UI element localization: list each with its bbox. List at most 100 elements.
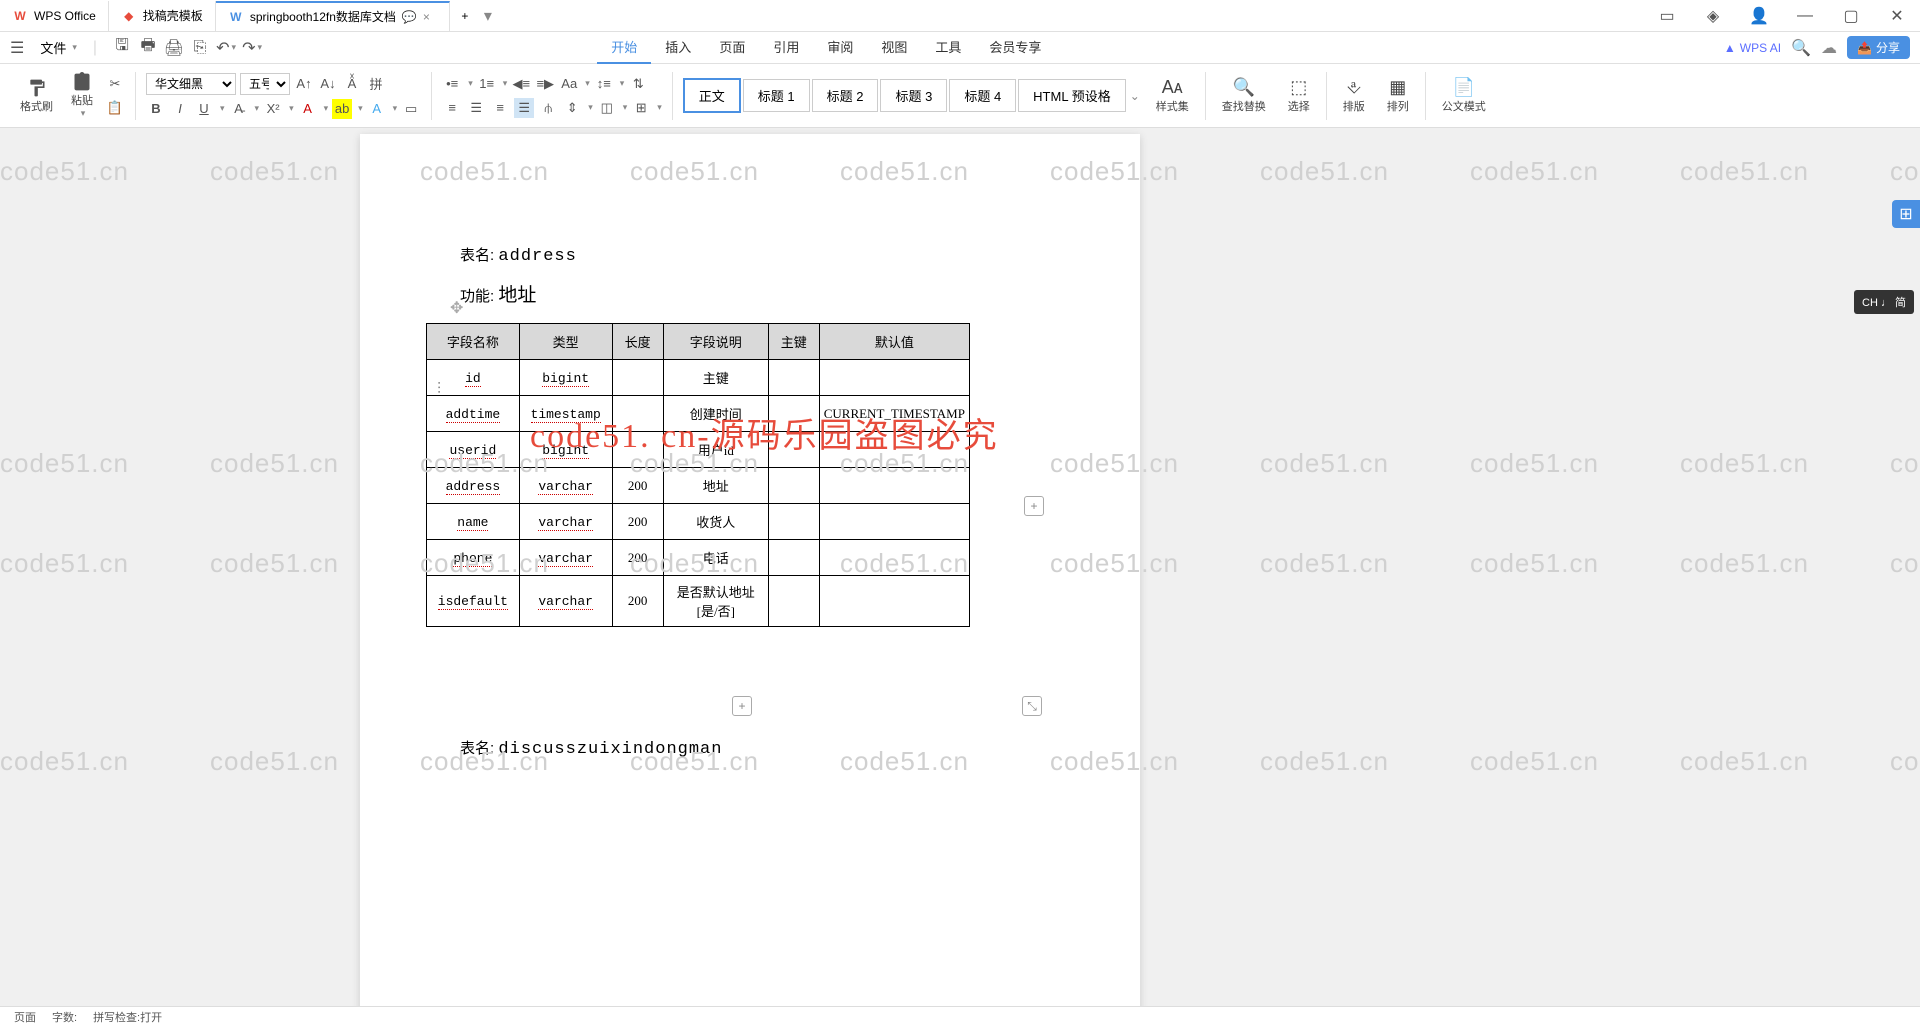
print-preview-icon[interactable]: 🖨	[165, 39, 183, 57]
strikethrough-button[interactable]: A̵	[229, 99, 249, 119]
styles-more-icon[interactable]: ⌄	[1130, 89, 1140, 103]
font-size-select[interactable]: 五号	[240, 73, 290, 95]
table-row[interactable]: namevarchar200收货人	[427, 504, 970, 540]
increase-font-icon[interactable]: A↑	[294, 74, 314, 94]
line-handle-icon[interactable]: ⫶	[437, 381, 453, 397]
table-resize-handle[interactable]: ⤡	[1022, 696, 1042, 716]
border-icon[interactable]: ⊞	[631, 98, 651, 118]
tab-template[interactable]: ◆ 找稿壳模板	[109, 1, 216, 31]
cell-default	[819, 468, 969, 504]
shading-icon[interactable]: ◫	[597, 98, 617, 118]
table-row[interactable]: isdefaultvarchar200是否默认地址[是/否]	[427, 576, 970, 627]
align-center-icon[interactable]: ☰	[466, 98, 486, 118]
cube-icon[interactable]: ◈	[1690, 0, 1736, 32]
font-name-select[interactable]: 华文细黑	[146, 73, 236, 95]
align-left-icon[interactable]: ≡	[442, 98, 462, 118]
cell-type: varchar	[519, 468, 612, 504]
save-icon[interactable]: 🖫	[113, 39, 131, 57]
table-row[interactable]: phonevarchar200电话	[427, 540, 970, 576]
sort-icon[interactable]: ⇅	[628, 74, 648, 94]
app-menu-icon[interactable]: ▭	[1644, 0, 1690, 32]
bold-button[interactable]: B	[146, 99, 166, 119]
copy-icon[interactable]: 📋	[105, 98, 125, 118]
format-painter-button[interactable]: 格式刷	[14, 74, 59, 118]
superscript-button[interactable]: X²	[263, 99, 283, 119]
new-tab-button[interactable]: +	[450, 1, 480, 31]
wps-ai-button[interactable]: ▲WPS AI	[1724, 41, 1781, 55]
file-menu[interactable]: 文件▾	[32, 36, 85, 59]
increase-indent-icon[interactable]: ≡▶	[535, 74, 555, 94]
table-row[interactable]: addtimetimestamp创建时间CURRENT_TIMESTAMP	[427, 396, 970, 432]
style-h2[interactable]: 标题 2	[812, 79, 879, 112]
minimize-button[interactable]: —	[1782, 0, 1828, 32]
tab-insert[interactable]: 插入	[651, 31, 705, 64]
text-effect-button[interactable]: A	[367, 99, 387, 119]
underline-button[interactable]: U	[194, 99, 214, 119]
tab-review[interactable]: 审阅	[813, 31, 867, 64]
layout-button[interactable]: ⎀排版	[1337, 73, 1371, 118]
case-change-icon[interactable]: Aa	[559, 74, 579, 94]
char-border-button[interactable]: ▭	[401, 99, 421, 119]
tab-page[interactable]: 页面	[705, 31, 759, 64]
phonetic-icon[interactable]: 拼	[366, 74, 386, 94]
tab-wps-office[interactable]: W WPS Office	[0, 1, 109, 31]
bullet-list-icon[interactable]: •≡	[442, 74, 462, 94]
undo-icon[interactable]: ↶▾	[217, 39, 235, 57]
hamburger-icon[interactable]: ☰	[10, 38, 24, 58]
font-color-button[interactable]: A	[298, 99, 318, 119]
styleset-button[interactable]: Aᴀ样式集	[1150, 73, 1195, 118]
close-icon[interactable]: ×	[423, 10, 437, 24]
table-add-col-handle[interactable]: +	[1024, 496, 1044, 516]
tab-menu-button[interactable]: ▾	[480, 6, 496, 26]
distribute-icon[interactable]: ⫛	[538, 98, 558, 118]
share-button[interactable]: 📤 分享	[1847, 36, 1910, 59]
cell-pk	[768, 468, 819, 504]
number-list-icon[interactable]: 1≡	[477, 74, 497, 94]
paragraph-spacing-icon[interactable]: ⇕	[562, 98, 582, 118]
official-button[interactable]: 📄公文模式	[1436, 73, 1492, 118]
table-add-row-handle[interactable]: +	[732, 696, 752, 716]
style-html[interactable]: HTML 预设格	[1018, 79, 1126, 112]
tab-tools[interactable]: 工具	[921, 31, 975, 64]
cut-icon[interactable]: ✂	[105, 74, 125, 94]
style-h1[interactable]: 标题 1	[743, 79, 810, 112]
align-right-icon[interactable]: ≡	[490, 98, 510, 118]
avatar-icon[interactable]: 👤	[1736, 0, 1782, 32]
arrange-button[interactable]: ▦排列	[1381, 73, 1415, 118]
close-button[interactable]: ✕	[1874, 0, 1920, 32]
select-button[interactable]: ⬚选择	[1282, 73, 1316, 118]
table-move-handle-icon[interactable]: ✥	[450, 298, 463, 318]
tab-member[interactable]: 会员专享	[975, 31, 1055, 64]
find-replace-button[interactable]: 🔍查找替换	[1216, 73, 1272, 118]
decrease-font-icon[interactable]: A↓	[318, 74, 338, 94]
document-canvas[interactable]: 表名: address 功能: 地址 字段名称 类型 长度 字段说明 主键 默认…	[0, 128, 1920, 1006]
export-icon[interactable]: ⎘	[191, 39, 209, 57]
style-h4[interactable]: 标题 4	[949, 79, 1016, 112]
table-row[interactable]: useridbigint用户id	[427, 432, 970, 468]
tab-view[interactable]: 视图	[867, 31, 921, 64]
redo-icon[interactable]: ↷▾	[243, 39, 261, 57]
status-bar: 页面 字数: 拼写检查:打开	[0, 1006, 1920, 1026]
style-body[interactable]: 正文	[683, 78, 741, 113]
style-h3[interactable]: 标题 3	[880, 79, 947, 112]
maximize-button[interactable]: ▢	[1828, 0, 1874, 32]
paste-button[interactable]: 粘贴▾	[65, 68, 99, 123]
tab-start[interactable]: 开始	[597, 31, 651, 64]
table-row[interactable]: idbigint主键	[427, 360, 970, 396]
search-icon[interactable]: 🔍	[1791, 38, 1811, 58]
italic-button[interactable]: I	[170, 99, 190, 119]
print-icon[interactable]: 🖶	[139, 39, 157, 57]
table-row[interactable]: addressvarchar200地址	[427, 468, 970, 504]
highlight-button[interactable]: ab	[332, 99, 352, 119]
line-spacing-icon[interactable]: ↕≡	[594, 74, 614, 94]
tab-ref[interactable]: 引用	[759, 31, 813, 64]
decrease-indent-icon[interactable]: ◀≡	[511, 74, 531, 94]
cell-field: address	[427, 468, 520, 504]
schema-table[interactable]: 字段名称 类型 长度 字段说明 主键 默认值 idbigint主键addtime…	[426, 323, 970, 627]
side-panel-toggle[interactable]: ⊞	[1892, 200, 1920, 228]
align-justify-icon[interactable]: ☰	[514, 98, 534, 118]
clear-format-icon[interactable]: Aͯ	[342, 74, 362, 94]
watermark-text: code51.cn	[1260, 548, 1389, 579]
cloud-icon[interactable]: ☁	[1821, 38, 1837, 58]
tab-document[interactable]: W springbooth12fn数据库文档 💬 ×	[216, 1, 450, 31]
